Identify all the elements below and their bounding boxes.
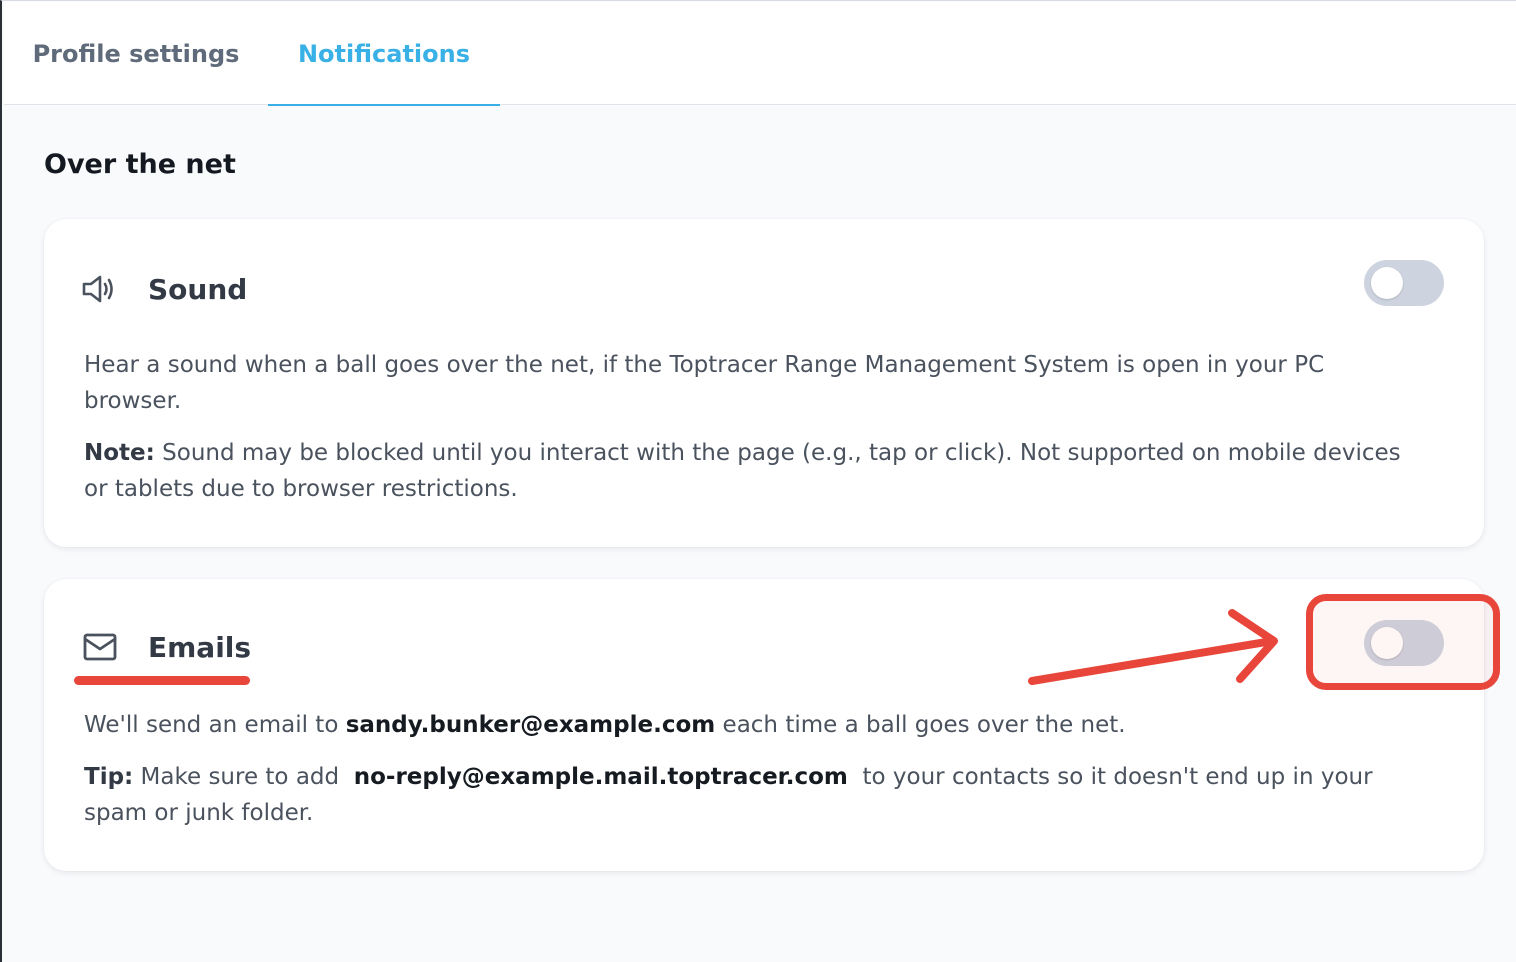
tab-bar: Profile settings Notifications [4, 2, 1516, 106]
emails-tip: Tip: Make sure to add no-reply@example.m… [84, 759, 1424, 831]
tab-notifications[interactable]: Notifications [268, 2, 500, 106]
annotation-underline [74, 676, 250, 685]
sound-title: Sound [148, 272, 248, 306]
emails-tip-label: Tip: [84, 764, 134, 790]
emails-description: We'll send an email to sandy.bunker@exam… [84, 707, 1424, 743]
sound-note-label: Note: [84, 440, 155, 466]
tab-profile-settings[interactable]: Profile settings [4, 2, 268, 105]
emails-tip-prefix: Make sure to add [133, 764, 354, 790]
sound-note-text: Sound may be blocked until you interact … [84, 440, 1401, 502]
annotation-highlight-box [1306, 594, 1500, 690]
noreply-email: no-reply@example.mail.toptracer.com [353, 764, 848, 790]
user-email: sandy.bunker@example.com [345, 712, 716, 738]
emails-desc-prefix: We'll send an email to [84, 712, 346, 738]
sound-card: Sound Hear a sound when a ball goes over… [44, 219, 1484, 547]
speaker-icon [82, 271, 118, 307]
emails-card-header: Emails [82, 627, 251, 667]
sound-toggle-knob [1371, 267, 1403, 299]
emails-desc-suffix: each time a ball goes over the net. [715, 712, 1126, 738]
annotation-arrow [1028, 609, 1278, 685]
sound-toggle[interactable] [1364, 260, 1444, 306]
emails-title: Emails [148, 630, 252, 664]
section-title: Over the net [44, 149, 236, 180]
envelope-icon [82, 629, 118, 665]
sound-note: Note: Sound may be blocked until you int… [84, 435, 1424, 507]
sound-description: Hear a sound when a ball goes over the n… [84, 352, 1325, 414]
app-frame: Profile settings Notifications Over the … [0, 0, 1516, 962]
sound-card-header: Sound [82, 269, 247, 309]
